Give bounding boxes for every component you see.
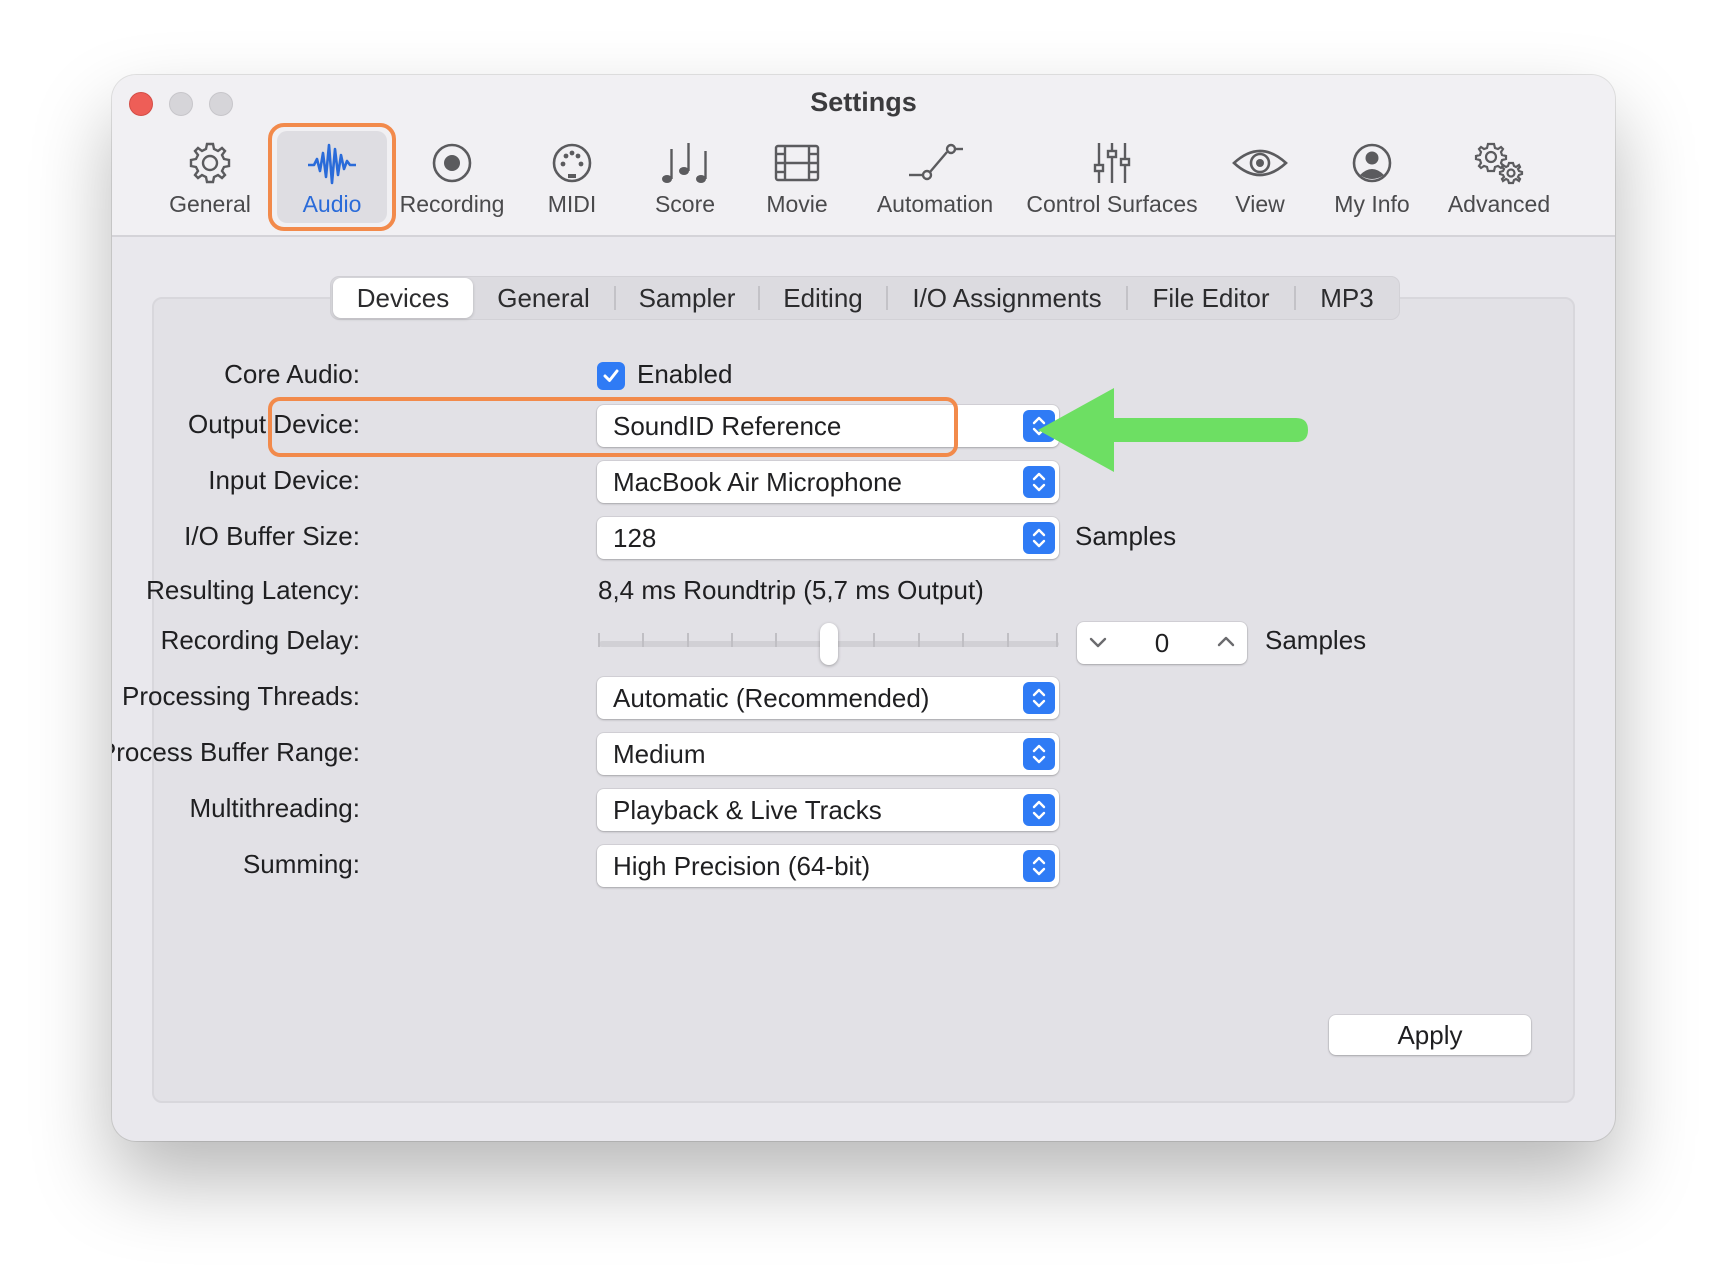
tab-editing[interactable]: Editing [760,278,886,318]
popup-arrows-icon [1023,738,1055,770]
toolbar-label: General [169,191,251,217]
process-buffer-range-value: Medium [613,738,706,769]
toolbar-item-score[interactable]: Score [645,137,725,229]
slider-tick [1007,633,1009,647]
tab-bar: Devices General Sampler Editing I/O Assi… [330,276,1400,320]
slider-tick [598,633,600,647]
summing-label: Summing: [242,849,360,879]
recording-delay-stepper[interactable]: 0 [1077,622,1247,664]
toolbar-item-view[interactable]: View [1225,137,1295,229]
titlebar: Settings General Audio Recording MIDI Sc… [112,75,1615,237]
tab-label: File Editor [1152,282,1270,313]
slider-tick [962,633,964,647]
core-audio-label: Core Audio: [224,359,360,389]
output-device-highlight-outline [268,397,958,457]
tab-io-assignments[interactable]: I/O Assignments [888,278,1126,318]
multithreading-popup[interactable]: Playback & Live Tracks [597,789,1059,831]
film-icon [757,137,837,189]
toolbar-item-midi[interactable]: MIDI [532,137,612,229]
slider-tick [775,633,777,647]
summing-popup[interactable]: High Precision (64-bit) [597,845,1059,887]
input-device-label: Input Device: [208,465,360,495]
toolbar-label: Movie [766,191,828,217]
io-buffer-size-popup[interactable]: 128 [597,517,1059,559]
tab-general[interactable]: General [473,278,614,318]
record-icon [394,137,510,189]
toolbar-label: Advanced [1447,191,1551,217]
multithreading-value: Playback & Live Tracks [613,794,882,825]
recording-delay-unit: Samples [1265,625,1367,655]
slider-tick [642,633,644,647]
toolbar-item-movie[interactable]: Movie [757,137,837,229]
slider-tick [687,633,689,647]
tab-label: Devices [356,282,450,313]
tab-label: Editing [783,282,863,313]
processing-threads-popup[interactable]: Automatic (Recommended) [597,677,1059,719]
tab-label: General [497,282,590,313]
checkmark-icon [603,369,619,382]
apply-button[interactable]: Apply [1329,1015,1531,1055]
tab-sampler[interactable]: Sampler [616,278,758,318]
toolbar-item-automation[interactable]: Automation [870,137,1000,229]
process-buffer-range-label: Process Buffer Range: [112,737,360,767]
chevron-up-icon[interactable] [1215,631,1237,658]
slider-tick [873,633,875,647]
process-buffer-range-popup[interactable]: Medium [597,733,1059,775]
popup-arrows-icon [1023,682,1055,714]
popup-arrows-icon [1023,794,1055,826]
faders-icon [1017,137,1207,189]
toolbar-item-recording[interactable]: Recording [394,137,510,229]
resulting-latency-value: 8,4 ms Roundtrip (5,7 ms Output) [598,575,984,605]
tab-devices[interactable]: Devices [333,278,473,318]
slider-tick [1056,633,1058,647]
tab-mp3[interactable]: MP3 [1296,278,1398,318]
resulting-latency-label: Resulting Latency: [146,575,360,605]
toolbar-item-general[interactable]: General [160,137,260,229]
toolbar-label: Control Surfaces [1026,191,1198,217]
tab-label: MP3 [1320,282,1374,313]
popup-arrows-icon [1023,850,1055,882]
core-audio-enabled-label: Enabled [637,359,733,389]
processing-threads-label: Processing Threads: [122,681,360,711]
annotation-arrow-icon [1038,388,1308,472]
toolbar-label: Automation [876,191,994,217]
audio-tab-highlight-outline [268,123,396,231]
apply-button-label: Apply [1397,1019,1463,1050]
recording-delay-label: Recording Delay: [160,625,360,655]
input-device-popup[interactable]: MacBook Air Microphone [597,461,1059,503]
io-buffer-size-value: 128 [613,522,657,553]
recording-delay-slider-knob[interactable] [820,623,838,665]
toolbar-label: My Info [1334,191,1410,217]
toolbar-item-my-info[interactable]: My Info [1322,137,1422,229]
toolbar-item-control-surfaces[interactable]: Control Surfaces [1017,137,1207,229]
input-device-value: MacBook Air Microphone [613,466,903,497]
slider-tick [731,633,733,647]
io-buffer-size-unit: Samples [1075,521,1177,551]
tab-label: I/O Assignments [912,282,1102,313]
music-notes-icon [645,137,725,189]
midi-port-icon [532,137,612,189]
summing-value: High Precision (64-bit) [613,850,871,881]
eye-icon [1225,137,1295,189]
processing-threads-value: Automatic (Recommended) [613,682,930,713]
toolbar-label: Score [654,191,716,217]
gear-icon [160,137,260,189]
toolbar-label: MIDI [547,191,597,217]
tab-file-editor[interactable]: File Editor [1128,278,1294,318]
multithreading-label: Multithreading: [189,793,360,823]
tab-label: Sampler [638,282,736,313]
settings-window: Settings General Audio Recording MIDI Sc… [112,75,1615,1141]
popup-arrows-icon [1023,522,1055,554]
window-title: Settings [810,87,917,117]
slider-tick [918,633,920,647]
toolbar-label: View [1235,191,1285,217]
person-icon [1322,137,1422,189]
toolbar-item-advanced[interactable]: Advanced [1444,137,1554,229]
automation-curve-icon [870,137,1000,189]
gears-icon [1444,137,1554,189]
io-buffer-size-label: I/O Buffer Size: [184,521,360,551]
core-audio-checkbox[interactable] [597,362,625,390]
toolbar-label: Recording [399,191,505,217]
